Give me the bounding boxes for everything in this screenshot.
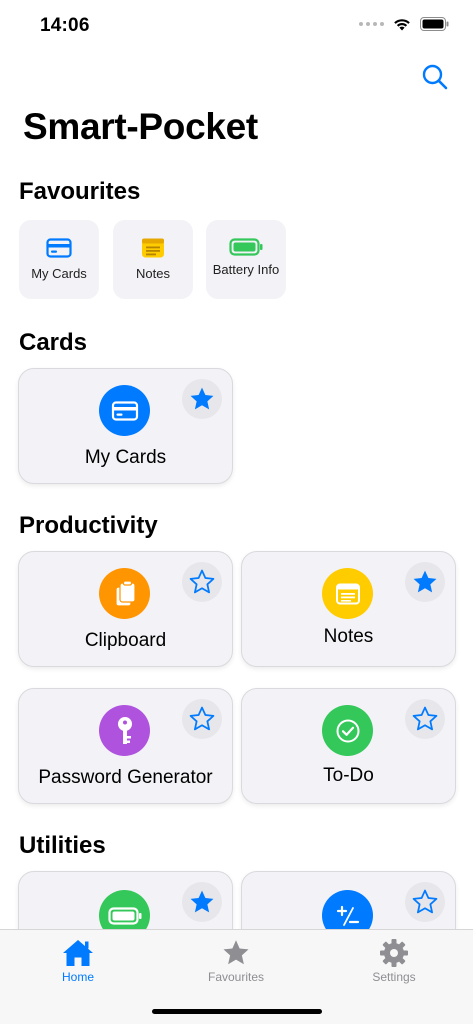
favourite-tile-my-cards[interactable]: My Cards [19,220,99,299]
tab-favourites[interactable]: Favourites [181,938,291,984]
tab-label: Settings [372,970,416,984]
star-outline-icon [412,889,438,914]
house-icon [63,940,93,966]
favourite-toggle-button[interactable] [182,379,222,419]
home-indicator[interactable] [152,1009,322,1014]
favourite-toggle-button[interactable] [182,882,222,922]
favourite-toggle-button[interactable] [182,699,222,739]
favourite-label: Notes [136,266,170,281]
page-title: Smart-Pocket [23,106,258,147]
card-icon-circle [322,705,373,756]
battery-status-icon [420,17,449,31]
status-time: 14:06 [40,15,90,36]
star-filled-icon [413,570,437,593]
favourite-toggle-button[interactable] [405,699,445,739]
favourite-tile-notes[interactable]: Notes [113,220,193,299]
star-filled-icon [190,890,214,913]
credit-card-icon [46,238,72,258]
wifi-icon [394,18,410,30]
card-label: To-Do [323,765,374,786]
tab-home[interactable]: Home [23,938,133,984]
note-icon [142,238,164,258]
tab-label: Home [61,970,94,984]
section-title-productivity: Productivity [19,512,158,539]
checkmark-icon [336,719,359,742]
section-title-utilities: Utilities [19,832,106,859]
card-icon-circle [99,705,150,756]
star-filled-icon [223,940,249,965]
favourite-label: My Cards [31,266,87,281]
search-button[interactable] [420,62,450,92]
note-icon [335,583,360,604]
card-icon-circle [99,568,150,619]
favourite-toggle-button[interactable] [405,882,445,922]
status-bar: 14:06 [0,0,473,52]
cellular-signal-icon [359,22,384,26]
tab-label: Favourites [207,970,265,984]
section-title-cards: Cards [19,329,88,356]
tab-settings[interactable]: Settings [339,938,449,984]
card-icon-circle [322,568,373,619]
search-icon [422,64,448,90]
card-password-generator[interactable]: Password Generator [18,688,233,804]
card-clipboard[interactable]: Clipboard [18,551,233,667]
card-label: Notes [323,626,374,647]
card-label: Password Generator [38,767,213,788]
status-icons [359,17,449,31]
key-icon [117,716,132,744]
battery-icon [229,238,263,256]
star-outline-icon [189,569,215,594]
star-outline-icon [189,706,215,731]
gear-icon [380,939,408,967]
section-title-favourites: Favourites [19,178,141,205]
plus-minus-icon [336,905,359,926]
favourite-label: Battery Info [212,262,280,277]
clipboard-icon [114,579,136,607]
favourite-tile-battery-info[interactable]: Battery Info [206,220,286,299]
battery-icon [107,906,141,925]
favourite-toggle-button[interactable] [405,562,445,602]
card-label: Clipboard [84,630,167,651]
card-label: My Cards [84,447,167,468]
star-filled-icon [190,387,214,410]
credit-card-icon [111,400,138,421]
card-icon-circle [99,385,150,436]
card-todo[interactable]: To-Do [241,688,456,804]
favourite-toggle-button[interactable] [182,562,222,602]
card-my-cards[interactable]: My Cards [18,368,233,484]
star-outline-icon [412,706,438,731]
card-notes[interactable]: Notes [241,551,456,667]
